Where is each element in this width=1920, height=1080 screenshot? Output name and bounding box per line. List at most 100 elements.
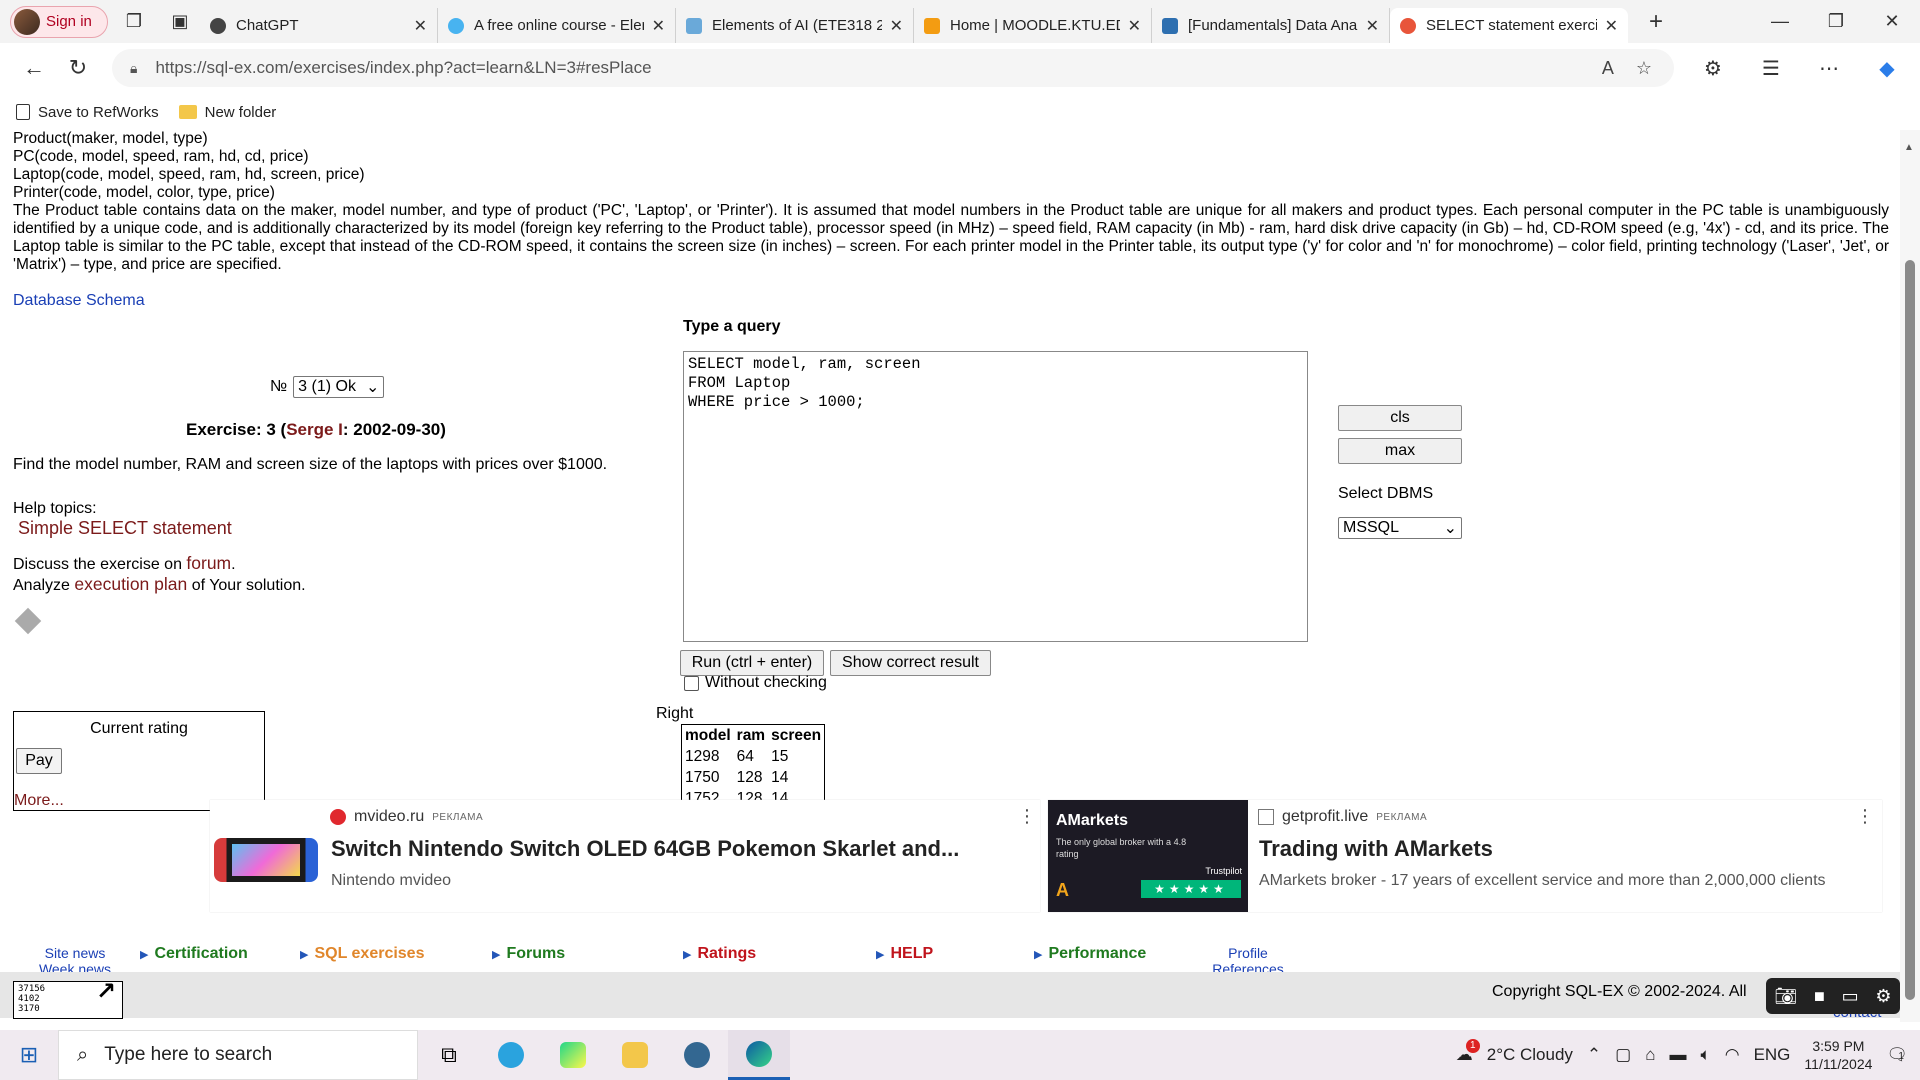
dbms-select[interactable]: MSSQL ⌄ [1338,517,1462,539]
nav-certification[interactable]: ▶ Certification [140,945,248,963]
telegram-icon[interactable] [480,1030,542,1080]
max-button[interactable]: max [1338,438,1462,464]
scroll-thumb[interactable] [1905,260,1915,1000]
wifi-icon[interactable]: ◠ [1725,1045,1740,1065]
read-aloud-icon[interactable]: A [1602,58,1614,79]
table-row: 1298 64 15 [682,747,824,768]
settings-gear-icon[interactable]: ⚙ [1875,986,1891,1007]
more-link[interactable]: More... [14,792,64,810]
tab-chatgpt[interactable]: ChatGPT ✕ [200,8,438,43]
video-icon[interactable]: ■ [1814,986,1825,1007]
scroll-up-icon[interactable]: ▲ [1904,142,1914,153]
taskbar-search[interactable]: ⌕ Type here to search [58,1030,418,1080]
language-indicator[interactable]: ENG [1754,1045,1791,1065]
more-icon[interactable]: ⋯ [1800,56,1858,81]
ad-menu-icon[interactable]: ⋮ [1018,806,1036,827]
cls-button[interactable]: cls [1338,405,1462,431]
tab-elements-of-ai[interactable]: A free online course - Elements of AI ✕ [438,8,676,43]
bookmark-refworks[interactable]: Save to RefWorks [16,104,159,121]
database-schema-link[interactable]: Database Schema [13,292,145,310]
nav-help[interactable]: ▶ HELP [876,945,933,963]
nav-label: SQL exercises [314,945,425,962]
tab-title: SELECT statement exercises [1426,17,1597,34]
nav-performance[interactable]: ▶ Performance [1034,945,1146,963]
close-icon[interactable]: ✕ [1366,16,1379,36]
clock[interactable]: 3:59 PM 11/11/2024 [1804,1037,1872,1073]
tab-moodle[interactable]: Home | MOODLE.KTU.EDU ✕ [914,8,1152,43]
forum-link[interactable]: forum [186,553,231,573]
new-tab-button[interactable]: + [1636,8,1676,36]
elementsofai-icon [448,17,464,34]
task-view-icon[interactable]: ⧉ [418,1030,480,1080]
close-icon[interactable]: ✕ [890,16,903,36]
tab-actions-icon[interactable]: ▣ [160,6,200,38]
workspaces-icon[interactable]: ❐ [114,6,154,38]
page-scrollbar[interactable]: ▲ [1900,130,1920,1022]
nav-sql-exercises[interactable]: ▶ SQL exercises [300,945,424,963]
without-checking-checkbox[interactable] [684,675,699,691]
address-bar[interactable]: 🔒︎ https://sql-ex.com/exercises/index.ph… [112,49,1674,87]
close-icon[interactable]: ✕ [1128,16,1141,36]
edge-icon[interactable] [728,1030,790,1080]
tab-data-analysis[interactable]: [Fundamentals] Data Analysis ✕ [1152,8,1390,43]
ad-menu-icon[interactable]: ⋮ [1856,806,1874,827]
execution-plan-link[interactable]: execution plan [74,574,187,594]
favorites-icon[interactable]: ☰ [1742,56,1800,81]
bookmark-label: New folder [204,103,277,121]
schema-line: Product(maker, model, type) [13,130,208,147]
pay-button[interactable]: Pay [16,748,62,774]
nav-ratings[interactable]: ▶ Ratings [683,945,756,963]
close-icon[interactable]: ✕ [414,16,427,36]
window-icon[interactable]: ▭ [1842,986,1859,1007]
tab-sql-ex[interactable]: SELECT statement exercises ✕ [1390,8,1628,43]
close-window-icon[interactable]: ✕ [1864,11,1920,32]
close-icon[interactable]: ✕ [652,16,665,36]
file-explorer-icon[interactable] [604,1030,666,1080]
weather-text[interactable]: 2°C Cloudy [1487,1045,1573,1065]
schema-lines: Product(maker, model, type) PC(code, mod… [13,130,365,202]
network-icon[interactable]: ⌂ [1645,1045,1655,1065]
camera-icon[interactable]: 📷︎ [1774,986,1797,1007]
lock-icon[interactable]: 🔒︎ [130,60,137,77]
meet-icon[interactable]: ▢ [1615,1045,1631,1065]
nav-label: Certification [154,945,248,962]
run-button[interactable]: Run (ctrl + enter) [680,650,824,676]
extensions-icon[interactable]: ⚙ [1684,56,1742,81]
notification-icon[interactable]: 🗨︎ 1 [1886,1045,1908,1065]
avatar [14,8,40,35]
back-icon[interactable]: ← [12,55,56,81]
exercise-select[interactable]: 3 (1) Ok ⌄ [293,376,385,398]
refresh-icon[interactable]: ↻ [56,55,100,81]
nav-forums[interactable]: ▶ Forums [492,945,565,963]
ad-mvideo[interactable]: mvideo.ru РЕКЛАМА Switch Nintendo Switch… [210,800,1040,912]
profile-button[interactable]: Sign in [10,5,108,38]
site-news-link[interactable]: Site news [34,945,116,961]
battery-icon[interactable]: ▬ [1670,1045,1687,1065]
bookmark-new-folder[interactable]: New folder [178,103,277,121]
close-icon[interactable]: ✕ [1605,16,1618,36]
weather-icon[interactable]: ☁ 1 [1456,1039,1480,1065]
windows-start-icon[interactable]: ⊞ [0,1042,58,1068]
restore-icon[interactable]: ❐ [1808,11,1864,32]
chevron-up-icon[interactable]: ⌃ [1587,1045,1601,1065]
exercise-author-link[interactable]: Serge I [286,420,343,439]
query-textarea[interactable]: SELECT model, ram, screen FROM Laptop WH… [683,351,1308,642]
postgresql-icon[interactable] [666,1030,728,1080]
help-topic-link[interactable]: Simple SELECT statement [18,518,232,539]
capture-toolbar: 📷︎ ■ ▭ ⚙ [1766,978,1900,1014]
volume-icon[interactable]: 🔈︎ [1701,1045,1711,1065]
favorite-star-icon[interactable]: ☆ [1636,58,1652,79]
pycharm-icon[interactable] [542,1030,604,1080]
minimize-icon[interactable]: — [1752,11,1808,32]
show-correct-result-button[interactable]: Show correct result [830,650,991,676]
diamond-icon[interactable] [14,607,42,635]
counter-line: 3170 [18,1004,40,1014]
tab-title: Home | MOODLE.KTU.EDU [950,17,1120,34]
profile-link[interactable]: Profile [1206,945,1290,961]
copilot-icon[interactable]: ◆ [1858,56,1916,81]
ad-amarkets[interactable]: AMarkets The only global broker with a 4… [1048,800,1882,912]
visitor-counter[interactable]: 37156 4102 3170 ↗ [13,979,123,1019]
tab-elements-of-ai-course[interactable]: Elements of AI (ETE318 2024) ✕ [676,8,914,43]
table-cell: 64 [736,748,754,765]
result-table: model ram screen 1298 64 15 1750 128 14 … [681,724,826,811]
